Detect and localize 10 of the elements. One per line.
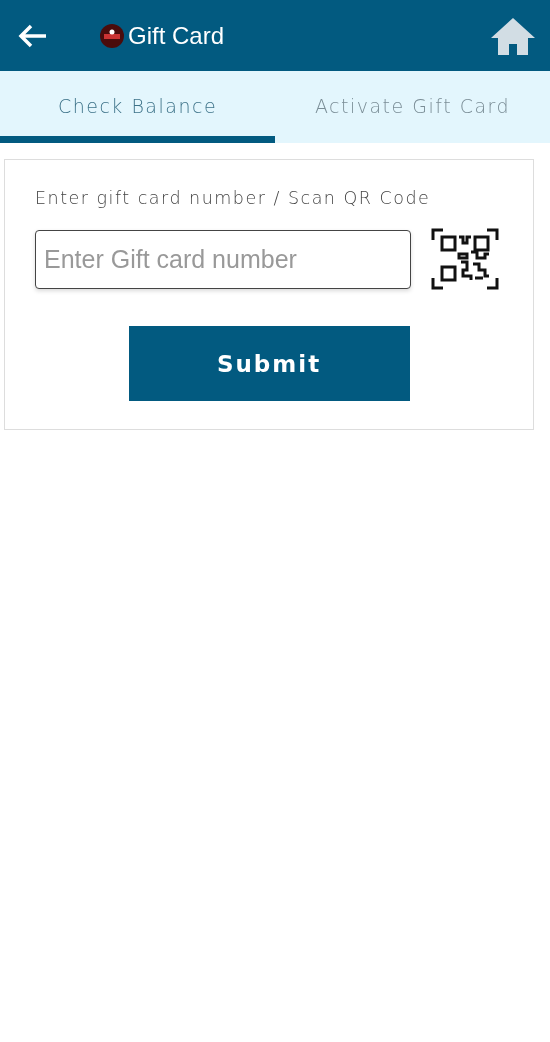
- tab[interactable]: Activate Gift Card: [275, 71, 550, 143]
- qr-code-scan-icon[interactable]: [431, 228, 499, 290]
- tab[interactable]: Check Balance: [0, 71, 275, 143]
- field-label: Enter gift card number / Scan QR Code: [35, 188, 432, 208]
- screen-title: Gift Card: [128, 21, 225, 50]
- submit-button[interactable]: Submit: [128, 326, 410, 401]
- back-arrow-icon[interactable]: [18, 22, 48, 49]
- logo-icon: [100, 23, 124, 48]
- home-icon[interactable]: [490, 15, 536, 56]
- gift-card-number-field[interactable]: Enter Gift card number: [35, 229, 411, 289]
